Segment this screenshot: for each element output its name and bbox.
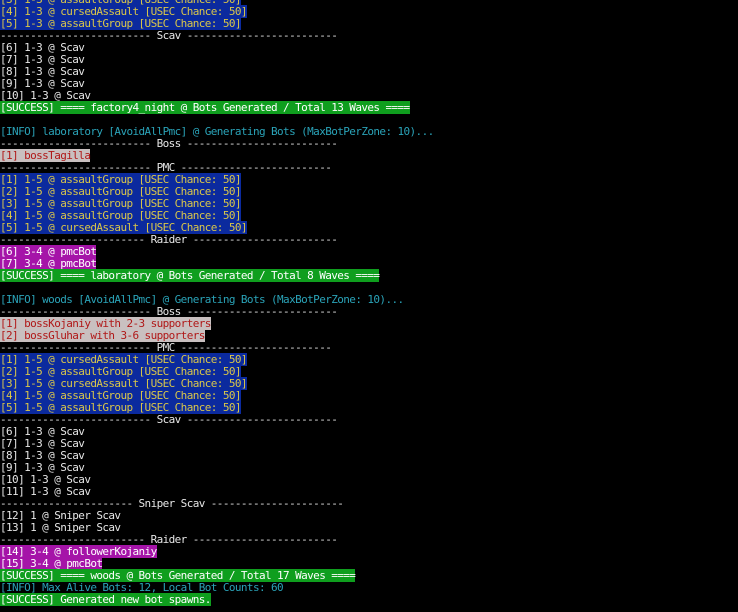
- console-line-text: [SUCCESS] Generated new bot spawns.: [0, 593, 211, 606]
- console-line: [6] 3-4 @ pmcBot: [0, 245, 738, 258]
- console-line-text: [SUCCESS] ==== factory4_night @ Bots Gen…: [0, 101, 410, 114]
- console-line: [6] 1-3 @ Scav: [0, 42, 738, 54]
- console-line: [SUCCESS] ==== factory4_night @ Bots Gen…: [0, 101, 738, 114]
- console-line: ------------------------- Scav ---------…: [0, 414, 738, 426]
- console-line: [6] 1-3 @ Scav: [0, 426, 738, 438]
- console-line: [9] 1-3 @ Scav: [0, 462, 738, 474]
- console-output: [3] 1-3 @ assaultGroup [USEC Chance: 50]…: [0, 0, 738, 606]
- console-line: ------------------------ Raider --------…: [0, 234, 738, 246]
- console-line: [14] 3-4 @ followerKojaniy: [0, 545, 738, 558]
- console-line: [8] 1-3 @ Scav: [0, 66, 738, 78]
- console-line-text: [SUCCESS] ==== laboratory @ Bots Generat…: [0, 269, 380, 282]
- console-line: ------------------------- Boss ---------…: [0, 138, 738, 150]
- console-line: [7] 1-3 @ Scav: [0, 438, 738, 450]
- console-line: [7] 1-3 @ Scav: [0, 54, 738, 66]
- console-line: [SUCCESS] ==== laboratory @ Bots Generat…: [0, 269, 738, 282]
- console-line: ------------------------- Scav ---------…: [0, 30, 738, 42]
- console-line: [8] 1-3 @ Scav: [0, 450, 738, 462]
- console-line: [10] 1-3 @ Scav: [0, 474, 738, 486]
- console-line: [9] 1-3 @ Scav: [0, 78, 738, 90]
- console-line: [SUCCESS] Generated new bot spawns.: [0, 593, 738, 606]
